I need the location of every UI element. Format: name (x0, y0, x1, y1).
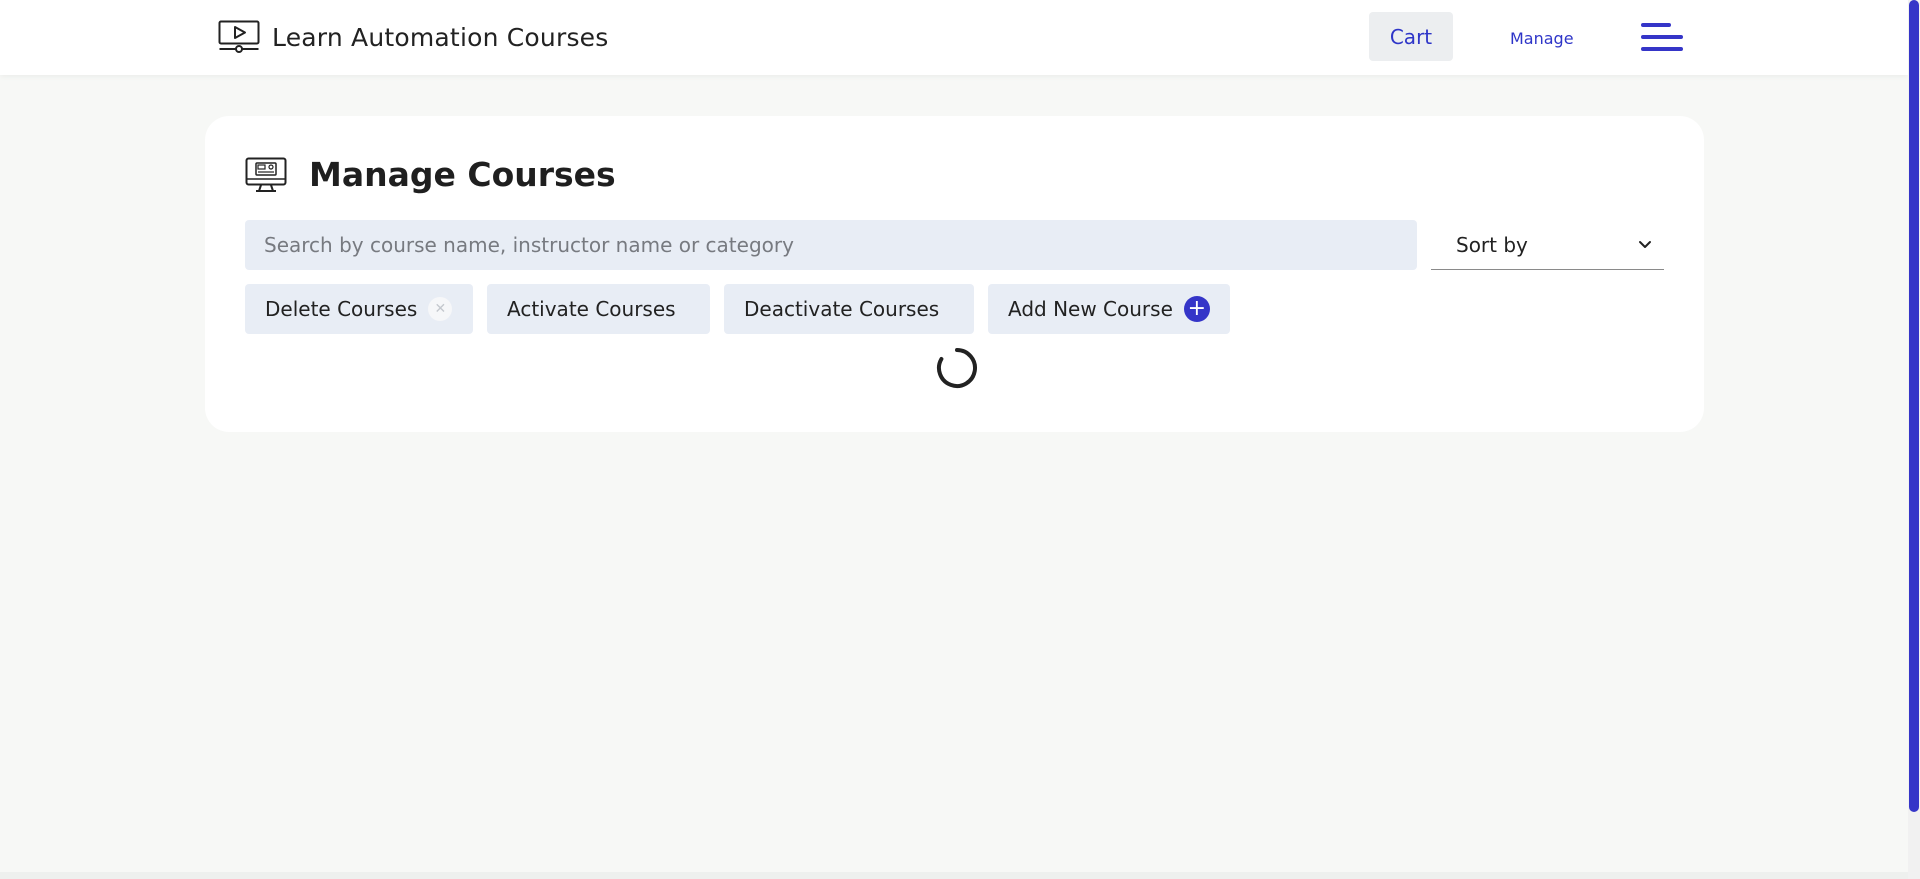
page-title: Manage Courses (309, 155, 616, 194)
search-input[interactable] (245, 220, 1417, 270)
hamburger-menu-icon[interactable] (1640, 20, 1684, 54)
monitor-dashboard-icon (245, 157, 287, 193)
scrollbar-thumb[interactable] (1909, 0, 1919, 812)
footer-edge (0, 872, 1908, 879)
activate-courses-button[interactable]: Activate Courses (487, 284, 710, 334)
add-new-course-label: Add New Course (1008, 297, 1173, 321)
activate-courses-label: Activate Courses (507, 297, 676, 321)
deactivate-courses-button[interactable]: Deactivate Courses (724, 284, 974, 334)
sort-by-select[interactable]: Sort by (1431, 220, 1664, 270)
brand-title: Learn Automation Courses (272, 22, 609, 52)
chevron-down-icon (1638, 235, 1652, 254)
sort-by-label: Sort by (1456, 232, 1528, 257)
action-buttons: Delete Courses ✕ Activate Courses Deacti… (245, 284, 1230, 334)
video-player-icon (218, 20, 260, 54)
add-new-course-button[interactable]: Add New Course + (988, 284, 1230, 334)
delete-courses-button[interactable]: Delete Courses ✕ (245, 284, 473, 334)
close-circle-icon: ✕ (428, 297, 453, 321)
cart-button[interactable]: Cart (1369, 12, 1453, 61)
card-header: Manage Courses (245, 155, 616, 194)
deactivate-courses-label: Deactivate Courses (744, 297, 940, 321)
manage-courses-card: Manage Courses Sort by Delete Courses ✕ … (205, 116, 1704, 432)
brand[interactable]: Learn Automation Courses (218, 20, 608, 54)
plus-circle-icon: + (1183, 296, 1210, 322)
loading-spinner-icon (935, 346, 979, 390)
delete-courses-label: Delete Courses (265, 297, 418, 321)
manage-link[interactable]: Manage (1510, 29, 1574, 48)
top-navbar: Learn Automation Courses Cart Manage (0, 0, 1908, 75)
